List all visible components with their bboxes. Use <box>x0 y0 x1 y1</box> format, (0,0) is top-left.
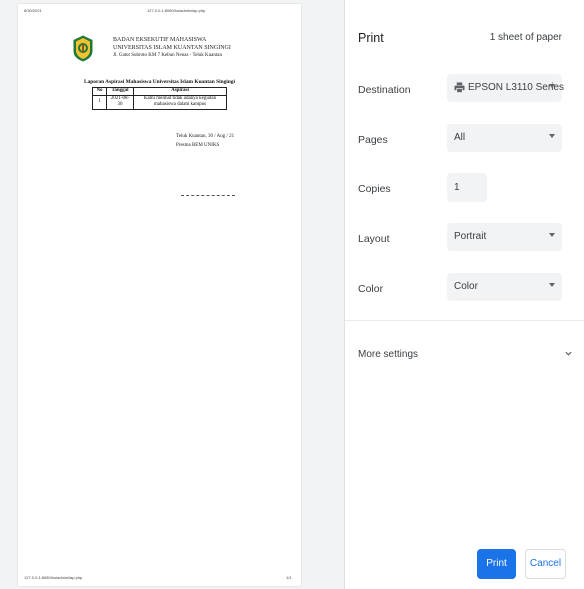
sign-place-date: Teluk Kuantan, 30 / Aug / 21 <box>176 134 235 139</box>
dialog-title: Print <box>358 31 384 45</box>
org-line2: UNIVERSITAS ISLAM KUANTAN SINGINGI <box>113 45 231 51</box>
destination-label: Destination <box>358 84 411 96</box>
print-settings-panel: Print 1 sheet of paper Destination EPSON… <box>345 0 584 589</box>
page-footer-url: 127.0.0.1:8080/hoiadmin/lap.php <box>24 575 83 580</box>
report-title: Laporan Aspirasi Mahasiswa Universitas I… <box>84 79 235 85</box>
color-label: Color <box>358 283 384 295</box>
print-preview-area: 8/30/2021 127.0.0.1:8080/hoiadmin/lap.ph… <box>0 0 344 589</box>
pages-select[interactable]: All <box>447 124 562 152</box>
more-settings-toggle[interactable]: More settings <box>358 349 418 360</box>
color-select[interactable]: Color <box>447 273 562 301</box>
col-header-aspirasi: Aspirasi <box>133 87 227 96</box>
page-top-url: 127.0.0.1:8080/hoiadmin/lap.php <box>147 8 206 13</box>
layout-select[interactable]: Portrait <box>447 223 562 251</box>
preview-page: 8/30/2021 127.0.0.1:8080/hoiadmin/lap.ph… <box>18 4 301 586</box>
pages-label: Pages <box>358 134 388 146</box>
org-address: Jl. Gatot Subroto KM 7 Kebun Nenas - Tel… <box>113 53 222 58</box>
cell-tanggal-line2: 30 <box>117 102 123 107</box>
layout-value: Portrait <box>454 231 487 242</box>
sign-title: Presma BEM UNIKS <box>176 143 220 148</box>
cell-aspirasi-line2: mahasiswa dalam kampus <box>153 102 207 107</box>
table-header-row: No Tanggal Aspirasi <box>92 87 227 96</box>
printer-icon <box>454 82 465 93</box>
signature-line <box>181 195 235 196</box>
page-date: 8/30/2021 <box>24 8 42 13</box>
dropdown-arrow-icon <box>549 84 555 88</box>
dropdown-arrow-icon <box>549 233 555 237</box>
copies-input[interactable]: 1 <box>447 173 487 202</box>
pages-value: All <box>454 132 466 143</box>
col-header-tanggal: Tanggal <box>106 87 134 96</box>
sheet-count: 1 sheet of paper <box>489 32 562 43</box>
table-row: 1 2021-08- 30 Kami melihat tidak adanya … <box>92 94 227 110</box>
col-header-no: No <box>92 87 107 96</box>
aspiration-table: No Tanggal Aspirasi 1 2021-08- 30 Kami m… <box>92 87 227 110</box>
university-logo <box>73 35 93 62</box>
org-line1: BADAN EKSEKUTIF MAHASISWA <box>113 37 207 43</box>
cell-tanggal: 2021-08- 30 <box>106 94 134 110</box>
copies-label: Copies <box>358 183 391 195</box>
print-button[interactable]: Print <box>477 549 516 579</box>
color-value: Color <box>454 281 478 292</box>
chevron-down-icon[interactable] <box>564 349 573 358</box>
dropdown-arrow-icon <box>549 134 555 138</box>
cancel-button[interactable]: Cancel <box>525 549 566 579</box>
layout-label: Layout <box>358 233 390 245</box>
page-count: 1/1 <box>286 575 292 580</box>
cell-aspirasi: Kami melihat tidak adanya kegiatan mahas… <box>133 94 227 110</box>
dropdown-arrow-icon <box>549 283 555 287</box>
copies-value: 1 <box>454 182 460 193</box>
section-divider <box>345 320 584 321</box>
cell-no: 1 <box>92 94 107 110</box>
destination-select[interactable]: EPSON L3110 Series <box>447 74 564 102</box>
